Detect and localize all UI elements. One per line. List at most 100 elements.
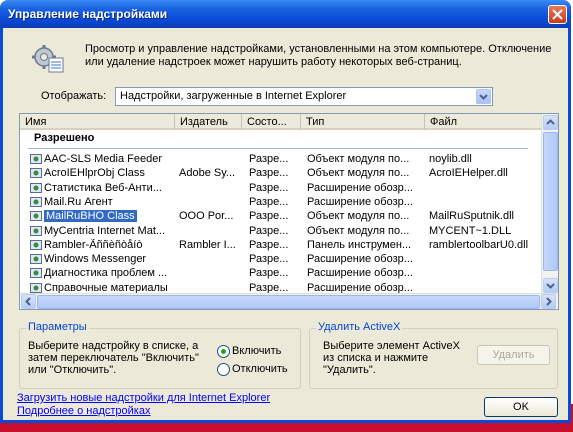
column-publisher[interactable]: Издатель	[175, 114, 242, 130]
remove-activex-group: Удалить ActiveX Выберите элемент ActiveX…	[309, 321, 558, 389]
scroll-down-button[interactable]	[543, 278, 558, 293]
manage-addons-dialog: Управление надстройками Просмотр и управ…	[0, 0, 571, 423]
addon-icon	[30, 154, 42, 164]
cell-type: Панель инструмен...	[307, 238, 412, 251]
close-button[interactable]	[548, 5, 567, 24]
addon-icon	[30, 282, 42, 293]
remove-button[interactable]: Удалить	[477, 345, 550, 365]
addon-icon	[30, 225, 42, 236]
cell-name: Справочные материалы	[44, 281, 168, 294]
cell-name: Статистика Веб-Анти...	[44, 181, 162, 194]
group-header: Разрешено	[34, 132, 95, 144]
window-title: Управление надстройками	[8, 7, 168, 21]
cell-status: Разре...	[249, 224, 289, 237]
cell-name: Диагностика проблем ...	[44, 267, 168, 280]
cell-publisher: Rambler I...	[179, 238, 236, 251]
cell-publisher: Adobe Sy...	[179, 167, 236, 180]
table-row[interactable]: AcroIEHlprObj Class Adobe Sy... Разре... Об…	[20, 166, 542, 180]
column-file[interactable]: Файл	[425, 114, 542, 130]
table-row[interactable]: Статистика Веб-Анти... Разре... Расширение…	[20, 181, 542, 195]
show-dropdown-value: Надстройки, загруженные в Internet Explo…	[120, 90, 347, 102]
scroll-right-button[interactable]	[541, 294, 556, 309]
chevron-left-icon	[25, 297, 31, 306]
table-row[interactable]: Диагностика проблем ... Разре... Расширени…	[20, 266, 542, 280]
list-header: Имя Издатель Состо... Тип Файл	[20, 114, 542, 130]
cell-name: Mail.Ru Агент	[44, 195, 113, 208]
column-status[interactable]: Состо...	[242, 114, 301, 130]
radio-dot	[221, 349, 226, 354]
ok-button[interactable]: OK	[484, 397, 558, 417]
cell-file: AcroIEHelper.dll	[429, 167, 508, 180]
addon-icon	[30, 182, 42, 193]
cell-name: MailRuBHO Class	[44, 210, 137, 223]
table-row[interactable]: MyCentria Internet Mat... Разре... Объект …	[20, 224, 542, 238]
enable-label[interactable]: Включить	[232, 345, 281, 357]
scroll-left-button[interactable]	[21, 294, 36, 309]
dialog-description: Просмотр и управление надстройками, уста…	[85, 43, 552, 68]
addon-icon	[30, 211, 42, 222]
table-row[interactable]: MailRuBHO Class ООО Por... Разре... Объект …	[20, 209, 542, 223]
chevron-right-icon	[546, 297, 552, 306]
addon-icon	[30, 239, 42, 250]
dropdown-button[interactable]	[476, 89, 491, 104]
group-divider	[28, 148, 528, 149]
cell-name: AAC-SLS Media Feeder	[44, 153, 162, 165]
show-dropdown[interactable]: Надстройки, загруженные в Internet Explo…	[115, 87, 493, 106]
cell-type: Объект модуля по...	[307, 153, 410, 165]
scroll-up-button[interactable]	[543, 115, 558, 130]
show-label: Отображать:	[41, 90, 107, 102]
cell-type: Расширение обозр...	[307, 195, 413, 208]
cell-file: noylib.dll	[429, 153, 472, 165]
cell-status: Разре...	[249, 153, 289, 165]
vertical-scrollbar[interactable]	[541, 114, 558, 295]
cell-status: Разре...	[249, 210, 289, 223]
column-name[interactable]: Имя	[20, 114, 175, 130]
close-icon	[552, 9, 563, 20]
cell-status: Разре...	[249, 253, 289, 266]
table-row[interactable]: Windows Messenger Разре... Расширение обоз…	[20, 252, 542, 266]
table-row[interactable]: Mail.Ru Агент Разре... Расширение обозр...	[20, 195, 542, 209]
cell-status: Разре...	[249, 267, 289, 280]
horizontal-scrollbar[interactable]	[20, 293, 558, 309]
download-addons-link[interactable]: Загрузить новые надстройки для Internet …	[17, 392, 270, 404]
scroll-thumb[interactable]	[543, 132, 558, 271]
table-row[interactable]: Rambler-Ãññèñòåíò Rambler I... Разре... Пан…	[20, 238, 542, 252]
addons-list[interactable]: Имя Издатель Состо... Тип Файл Разрешено…	[19, 113, 559, 310]
disable-label[interactable]: Отключить	[232, 363, 288, 375]
title-bar[interactable]: Управление надстройками	[0, 0, 571, 28]
learn-more-link[interactable]: Подробнее о надстройках	[17, 405, 150, 417]
cell-status: Разре...	[249, 238, 289, 251]
enable-radio[interactable]	[217, 345, 230, 358]
disable-radio[interactable]	[217, 363, 230, 376]
table-row[interactable]: AAC-SLS Media Feeder Разре... Объект модул…	[20, 152, 542, 166]
cell-status: Разре...	[249, 281, 289, 294]
chevron-down-icon	[479, 94, 488, 100]
cell-name: MyCentria Internet Mat...	[44, 224, 166, 237]
cell-type: Объект модуля по...	[307, 210, 410, 223]
cell-name: Windows Messenger	[44, 253, 147, 266]
cell-type: Объект модуля по...	[307, 167, 410, 180]
addon-icon	[30, 268, 42, 279]
addon-icon	[30, 168, 42, 179]
remove-title: Удалить ActiveX	[316, 321, 403, 333]
hscroll-thumb[interactable]	[37, 295, 540, 309]
addon-icon	[30, 196, 42, 207]
cell-type: Расширение обозр...	[307, 181, 413, 194]
column-type[interactable]: Тип	[301, 114, 425, 130]
cell-status: Разре...	[249, 195, 289, 208]
cell-publisher: ООО Por...	[179, 210, 234, 223]
cell-file: MYCENT~1.DLL	[429, 224, 512, 237]
params-title: Параметры	[26, 321, 89, 333]
cell-name: Rambler-Ãññèñòåíò	[44, 238, 143, 251]
cell-type: Объект модуля по...	[307, 224, 410, 237]
chevron-down-icon	[546, 283, 555, 289]
cell-file: ramblertoolbarU0.dll	[429, 238, 529, 251]
cell-file: MailRuSputnik.dll	[429, 210, 514, 223]
cell-type: Расширение обозр...	[307, 253, 413, 266]
addons-gear-icon	[31, 44, 65, 77]
cell-name: AcroIEHlprObj Class	[44, 167, 145, 180]
chevron-up-icon	[546, 119, 555, 125]
addon-icon	[30, 254, 42, 265]
cell-status: Разре...	[249, 181, 289, 194]
remove-text: Выберите элемент ActiveX из списка и наж…	[323, 340, 460, 376]
